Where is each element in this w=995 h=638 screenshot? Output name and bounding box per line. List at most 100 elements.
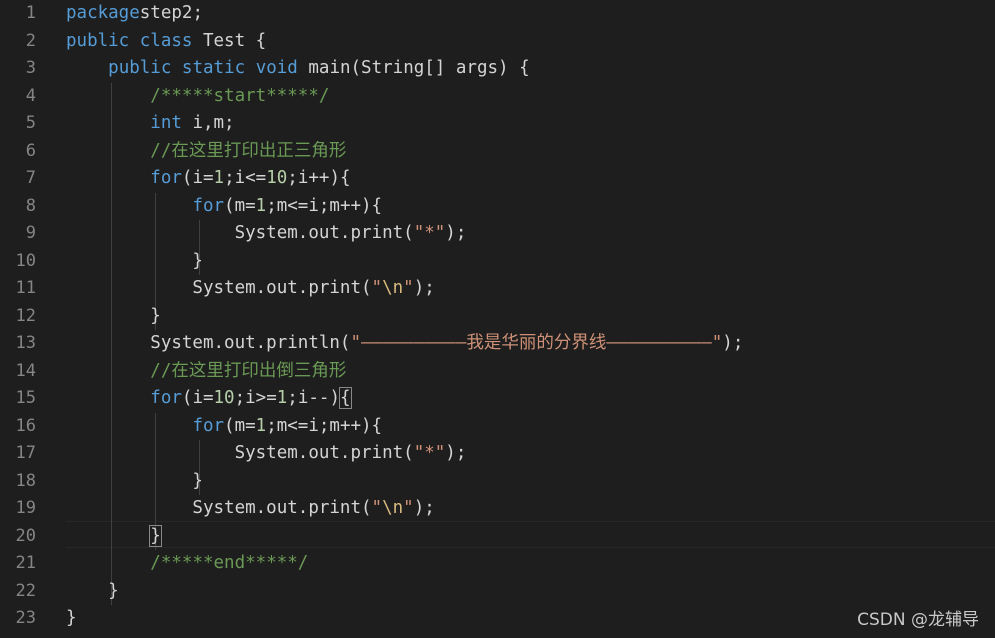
token: Test { bbox=[192, 30, 267, 51]
token-str: " bbox=[371, 498, 383, 518]
line-number: 20 bbox=[15, 525, 36, 546]
code-text: /*****start*****/ bbox=[66, 83, 329, 111]
token-str: "——————————我是华丽的分界线——————————" bbox=[350, 333, 723, 353]
line-number: 2 bbox=[25, 30, 36, 51]
code-line[interactable]: 2 public class Test { bbox=[0, 28, 995, 56]
code-text: public class Test { bbox=[66, 28, 266, 56]
token-str: " bbox=[403, 498, 414, 518]
watermark: CSDN @龙辅导 bbox=[857, 610, 979, 630]
code-line[interactable]: 3 public static void main(String[] args)… bbox=[0, 55, 995, 83]
code-text: //在这里打印出倒三角形 bbox=[66, 358, 346, 386]
code-line[interactable]: 12 } bbox=[0, 303, 995, 331]
token-kw: class bbox=[139, 30, 193, 51]
line-number: 7 bbox=[25, 168, 36, 188]
token: System.out.print( bbox=[66, 223, 414, 243]
code-text: } bbox=[66, 605, 77, 633]
token: ;i--) bbox=[287, 388, 340, 408]
code-line[interactable]: 9 System.out.print("*"); bbox=[0, 220, 995, 248]
token-str: " bbox=[371, 278, 383, 298]
token-str: "*" bbox=[413, 443, 446, 463]
token-str: "*" bbox=[413, 223, 446, 243]
code-line[interactable]: 5 int i,m; bbox=[0, 110, 995, 138]
code-line[interactable]: 21 /*****end*****/ bbox=[0, 550, 995, 578]
token-esc: \n bbox=[382, 278, 404, 298]
token-kw: int bbox=[150, 113, 182, 133]
code-line[interactable]: 7 for(i=1;i<=10;i++){ bbox=[0, 165, 995, 193]
matched-brace: } bbox=[149, 524, 162, 547]
token-kw: public bbox=[108, 58, 172, 78]
code-line[interactable]: 23} bbox=[0, 605, 995, 633]
line-number: 1 bbox=[25, 3, 36, 23]
line-number: 18 bbox=[15, 470, 36, 491]
code-line[interactable]: 17 System.out.print("*"); bbox=[0, 440, 995, 468]
code-text: System.out.print("\n"); bbox=[66, 275, 434, 303]
line-number: 6 bbox=[25, 140, 36, 161]
token: step2; bbox=[139, 3, 203, 23]
code-line[interactable]: 19 System.out.print("\n"); bbox=[0, 495, 995, 523]
code-line[interactable]: 8 for(m=1;m<=i;m++){ bbox=[0, 193, 995, 221]
code-line[interactable]: 4 /*****start*****/ bbox=[0, 83, 995, 111]
code-line[interactable]: 20 } bbox=[0, 523, 995, 551]
line-number: 17 bbox=[15, 443, 36, 463]
code-text: } bbox=[66, 468, 203, 496]
line-number: 14 bbox=[15, 360, 36, 381]
code-text: for(m=1;m<=i;m++){ bbox=[66, 413, 382, 441]
token: ); bbox=[445, 223, 467, 243]
token-com: /*****end*****/ bbox=[150, 553, 309, 573]
token-kw: public bbox=[66, 30, 130, 51]
token: (i= bbox=[181, 168, 214, 188]
token-com: /*****start*****/ bbox=[150, 85, 330, 106]
token: ;i<= bbox=[224, 168, 267, 188]
code-text: packagestep2; bbox=[66, 0, 203, 28]
code-line[interactable]: 10 } bbox=[0, 248, 995, 276]
code-line[interactable]: 16 for(m=1;m<=i;m++){ bbox=[0, 413, 995, 441]
token: ;i++){ bbox=[287, 168, 351, 188]
token: i,m; bbox=[181, 113, 235, 133]
token-com: //在这里打印出正三角形 bbox=[150, 140, 347, 161]
line-number: 15 bbox=[15, 388, 36, 408]
code-line[interactable]: 11 System.out.print("\n"); bbox=[0, 275, 995, 303]
code-text: System.out.print("*"); bbox=[66, 440, 467, 468]
line-number: 3 bbox=[25, 58, 36, 78]
code-editor[interactable]: 1 packagestep2; 2 public class Test {3 publ… bbox=[0, 0, 995, 638]
code-line[interactable]: 6 //在这里打印出正三角形 bbox=[0, 138, 995, 166]
line-number: 9 bbox=[25, 223, 36, 243]
token-ctrl: for bbox=[150, 388, 182, 408]
token: } bbox=[66, 305, 161, 326]
token-num: 1 bbox=[213, 168, 225, 188]
token-num: 10 bbox=[213, 388, 235, 408]
token-str: " bbox=[403, 278, 414, 298]
line-number: 8 bbox=[25, 195, 36, 216]
token-num: 1 bbox=[255, 415, 267, 436]
code-text: } bbox=[66, 578, 119, 606]
token-kw: void bbox=[255, 58, 298, 78]
token: ); bbox=[413, 498, 435, 518]
token: (m= bbox=[224, 195, 256, 216]
token: ); bbox=[722, 333, 744, 353]
token: main(String[] args) { bbox=[297, 58, 530, 78]
token: } bbox=[66, 608, 77, 628]
code-line[interactable]: 1 packagestep2; bbox=[0, 0, 995, 28]
token: (m= bbox=[224, 415, 256, 436]
code-line[interactable]: 15 for(i=10;i>=1;i--){ bbox=[0, 385, 995, 413]
token: } bbox=[66, 580, 119, 601]
line-number: 13 bbox=[15, 333, 36, 353]
token-ctrl: for bbox=[192, 195, 225, 216]
code-line[interactable]: 22 } bbox=[0, 578, 995, 606]
code-line[interactable]: 13 System.out.println("——————————我是华丽的分界… bbox=[0, 330, 995, 358]
token: } bbox=[66, 250, 203, 271]
code-line[interactable]: 14 //在这里打印出倒三角形 bbox=[0, 358, 995, 386]
line-number: 5 bbox=[25, 113, 36, 133]
token: System.out.print( bbox=[66, 498, 372, 518]
code-text: /*****end*****/ bbox=[66, 550, 308, 578]
code-line[interactable]: 18 } bbox=[0, 468, 995, 496]
